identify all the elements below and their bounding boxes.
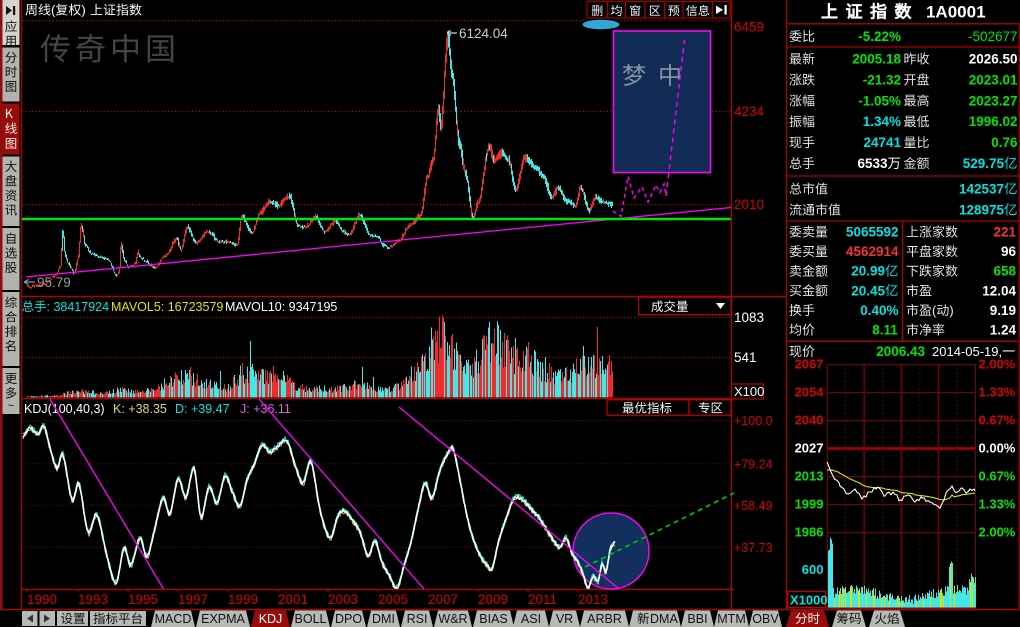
svg-text:2005: 2005 [378, 592, 408, 607]
svg-text:1.24: 1.24 [990, 323, 1017, 338]
svg-text:ARBR: ARBR [587, 612, 622, 626]
svg-text:128975: 128975 [959, 203, 1005, 218]
svg-text:541: 541 [734, 350, 757, 365]
svg-text:1995: 1995 [128, 592, 158, 607]
svg-text:1083: 1083 [734, 310, 764, 325]
svg-text:X1000: X1000 [790, 593, 828, 608]
svg-text:95.79: 95.79 [37, 275, 71, 290]
svg-text:: 38417924: : 38417924 [47, 300, 110, 314]
svg-text:1993: 1993 [78, 592, 108, 607]
svg-text:20.99: 20.99 [851, 264, 885, 279]
svg-text:2.00%: 2.00% [979, 525, 1016, 540]
svg-text:1999: 1999 [795, 497, 824, 512]
svg-text:BIAS: BIAS [479, 612, 508, 626]
svg-text:DMI: DMI [372, 612, 395, 626]
svg-text:2027: 2027 [795, 441, 824, 456]
svg-text:2003: 2003 [328, 592, 358, 607]
svg-text:5065592: 5065592 [846, 225, 899, 240]
svg-text:1999: 1999 [228, 592, 258, 607]
svg-text:2007: 2007 [428, 592, 458, 607]
svg-text:2013: 2013 [578, 592, 608, 607]
svg-text:DMA: DMA [650, 612, 678, 626]
svg-text:2023.27: 2023.27 [969, 93, 1018, 108]
svg-text:2011: 2011 [528, 592, 557, 607]
svg-text:2040: 2040 [795, 413, 824, 428]
svg-text:OBV: OBV [752, 612, 779, 626]
svg-text:0.40%: 0.40% [860, 303, 898, 318]
svg-text:2013: 2013 [795, 469, 824, 484]
svg-text:2010: 2010 [734, 197, 764, 212]
svg-text:2023.01: 2023.01 [969, 72, 1018, 87]
svg-text:2054: 2054 [795, 385, 825, 400]
svg-text:6124.04: 6124.04 [459, 26, 508, 41]
svg-text:4234: 4234 [734, 104, 765, 119]
svg-text:221: 221 [993, 225, 1016, 240]
svg-text:20.45: 20.45 [851, 283, 885, 298]
svg-text:529.75: 529.75 [963, 156, 1005, 171]
svg-text:MACD: MACD [155, 612, 192, 626]
svg-text:8.11: 8.11 [872, 323, 898, 338]
svg-text:6533: 6533 [857, 156, 888, 171]
svg-text:1996.02: 1996.02 [969, 114, 1018, 129]
svg-text:+58.49: +58.49 [734, 499, 773, 513]
svg-text:MAVOL5: 16723579: MAVOL5: 16723579 [111, 300, 223, 314]
svg-text:96: 96 [1001, 244, 1017, 259]
svg-text:0.00%: 0.00% [979, 441, 1016, 456]
svg-text:2026.50: 2026.50 [969, 52, 1018, 67]
svg-text:1.33%: 1.33% [979, 497, 1016, 512]
svg-text:-5.22%: -5.22% [858, 29, 901, 44]
svg-text:VR: VR [556, 612, 573, 626]
svg-text:KDJ(100,40,3): KDJ(100,40,3) [24, 402, 105, 416]
svg-text:+37.73: +37.73 [734, 541, 773, 555]
svg-text:DPO: DPO [335, 612, 362, 626]
svg-text:6459: 6459 [734, 20, 764, 35]
svg-text:2009: 2009 [478, 592, 508, 607]
svg-text:24741: 24741 [863, 135, 901, 150]
svg-text:-1.05%: -1.05% [858, 93, 901, 108]
svg-text:12.04: 12.04 [982, 283, 1016, 298]
svg-text:0.76: 0.76 [991, 135, 1018, 150]
svg-text:600: 600 [802, 562, 824, 577]
svg-text:(: ( [51, 3, 56, 18]
svg-text:MTM: MTM [717, 612, 745, 626]
svg-text:1A0001: 1A0001 [926, 3, 986, 22]
svg-text:2006.43: 2006.43 [876, 344, 925, 359]
svg-text:2001: 2001 [278, 592, 308, 607]
svg-text:KDJ: KDJ [259, 612, 283, 626]
svg-text:2005.18: 2005.18 [852, 52, 901, 67]
svg-text:1990: 1990 [27, 592, 57, 607]
svg-text:W&R: W&R [438, 612, 467, 626]
svg-text:X100: X100 [734, 384, 764, 399]
svg-text:EXPMA: EXPMA [201, 612, 245, 626]
svg-text:MAVOL10: 9347195: MAVOL10: 9347195 [225, 300, 337, 314]
svg-text:1986: 1986 [795, 525, 824, 540]
svg-text:0.67%: 0.67% [979, 469, 1016, 484]
svg-text:): ) [81, 3, 85, 18]
svg-text:4562914: 4562914 [846, 244, 899, 259]
svg-text:142537: 142537 [959, 182, 1004, 197]
svg-text:(: ( [932, 303, 937, 318]
svg-text:1.33%: 1.33% [979, 385, 1016, 400]
svg-text:J: +36.11: J: +36.11 [240, 402, 291, 416]
svg-text:2067: 2067 [795, 357, 824, 372]
svg-text:+79.24: +79.24 [734, 457, 773, 471]
svg-text:): ) [949, 303, 953, 318]
svg-text:1997: 1997 [178, 592, 208, 607]
svg-text:D: +39.47: D: +39.47 [175, 402, 230, 416]
svg-text:2.00%: 2.00% [979, 357, 1016, 372]
svg-text:+100.0: +100.0 [734, 414, 773, 428]
svg-text:K: +38.35: K: +38.35 [113, 402, 167, 416]
svg-text:RSI: RSI [407, 612, 428, 626]
svg-text:658: 658 [993, 264, 1016, 279]
svg-text:~: ~ [8, 400, 14, 412]
svg-text:1.34%: 1.34% [863, 114, 901, 129]
svg-text:-502677: -502677 [968, 29, 1018, 44]
svg-text:0.67%: 0.67% [979, 413, 1016, 428]
svg-text:9.19: 9.19 [990, 303, 1016, 318]
svg-text:BOLL: BOLL [295, 612, 327, 626]
svg-text:-21.32: -21.32 [863, 72, 901, 87]
svg-text:BBI: BBI [687, 612, 707, 626]
svg-text:ASI: ASI [521, 612, 541, 626]
